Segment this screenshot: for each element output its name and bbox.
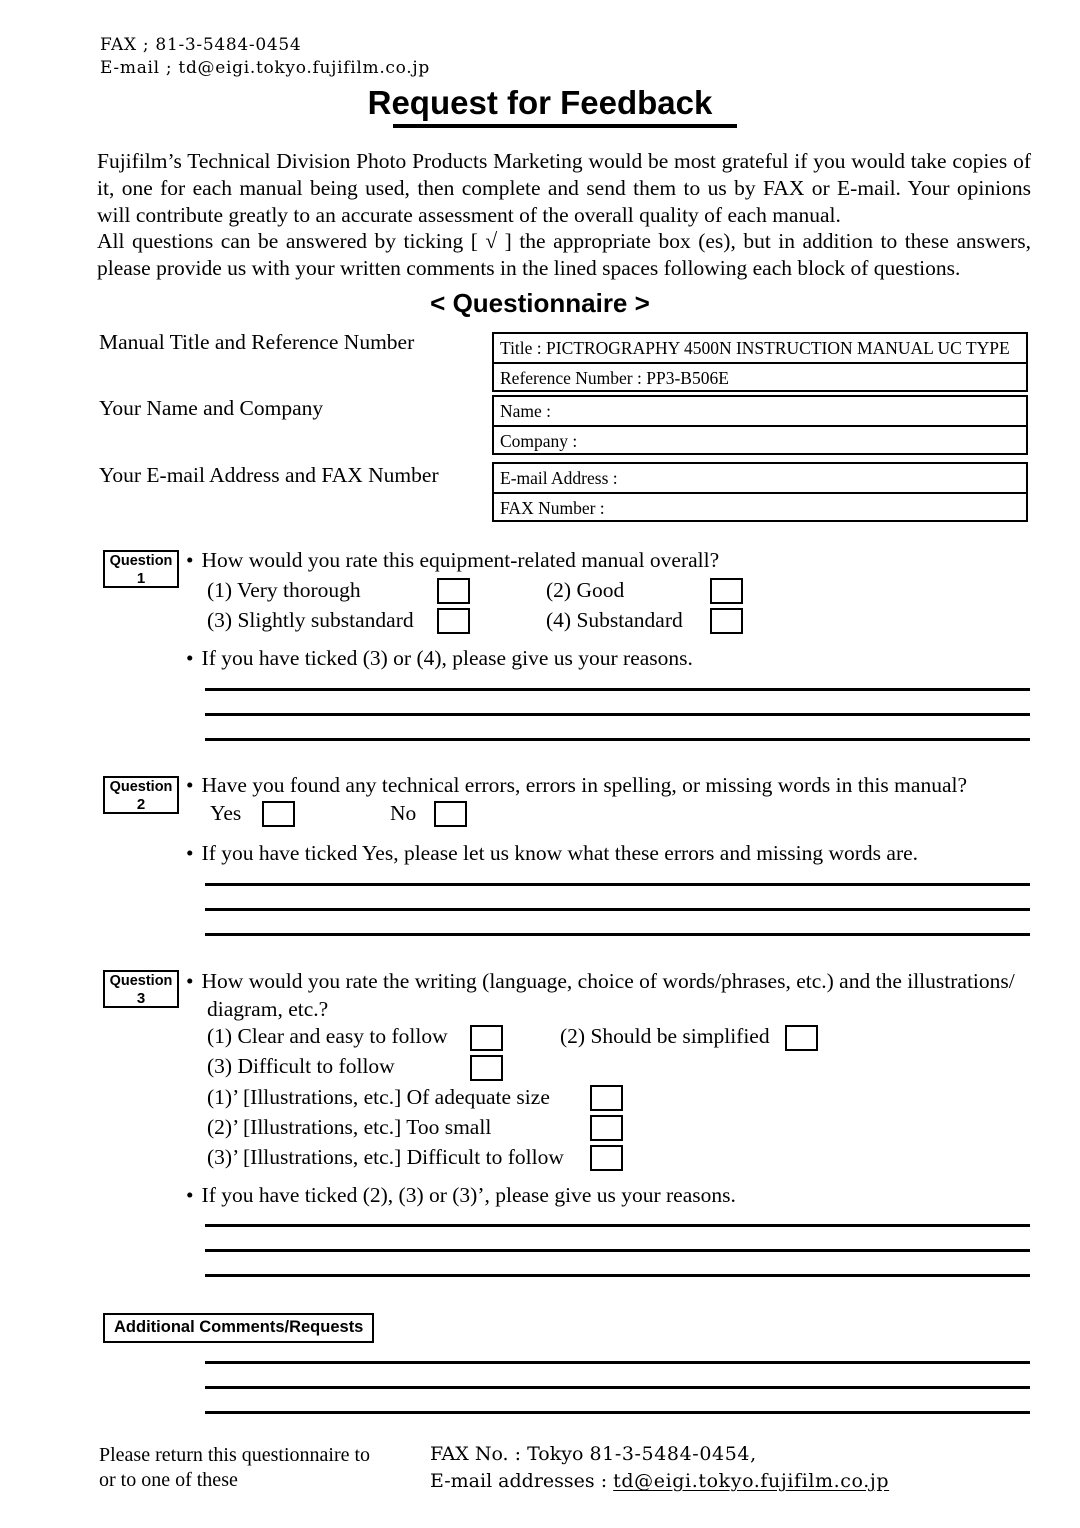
question-1-number: 1 (136, 570, 146, 587)
question-2-followup: • If you have ticked Yes, please let us k… (186, 840, 918, 867)
question-1-option-3-label: (3) Slightly substandard (207, 608, 414, 632)
question-1-followup: • If you have ticked (3) or (4), please g… (186, 645, 693, 672)
field-fax-number[interactable]: FAX Number : (494, 492, 1026, 520)
question-3-option-2prime-label: (2)’ [Illustrations, etc.] Too small (207, 1115, 492, 1139)
footer-fax-row: FAX No. : Tokyo 81-3-5484-0454, (430, 1441, 889, 1468)
manual-info-table: Title : PICTROGRAPHY 4500N INSTRUCTION M… (492, 332, 1028, 392)
question-3-option-1prime-checkbox[interactable] (590, 1085, 623, 1111)
footer-return-line-1: Please return this questionnaire to (99, 1444, 371, 1466)
question-3-option-3prime-label: (3)’ [Illustrations, etc.] Difficult to … (207, 1145, 564, 1169)
question-2-followup-text: If you have ticked Yes, please let us kn… (201, 841, 919, 865)
question-3-option-3-label: (3) Difficult to follow (207, 1054, 395, 1078)
question-2-label-box: Question 2 (103, 776, 179, 814)
question-3-answer-line-3[interactable] (205, 1274, 1030, 1277)
footer-fax-number: 81-3-5484-0454, (589, 1443, 757, 1465)
header-contact-block: FAX ; 81-3-5484-0454 E-mail ; td@eigi.to… (100, 34, 430, 80)
question-3-followup: • If you have ticked (2), (3) or (3)’, pl… (186, 1182, 736, 1209)
field-email-address[interactable]: E-mail Address : (494, 464, 1026, 492)
question-1-tag: Question (109, 553, 173, 569)
footer-return-line-2: or to one of these (99, 1469, 238, 1491)
question-3-answer-line-1[interactable] (205, 1224, 1030, 1227)
question-1-option-2-checkbox[interactable] (710, 578, 743, 604)
question-1-followup-text: If you have ticked (3) or (4), please gi… (201, 646, 693, 670)
question-3-followup-text: If you have ticked (2), (3) or (3)’, ple… (201, 1183, 736, 1207)
info-label-email-fax: Your E-mail Address and FAX Number (99, 463, 439, 487)
question-2-option-yes-label: Yes (210, 801, 242, 825)
question-3-option-2-checkbox[interactable] (785, 1025, 818, 1051)
bullet-icon: • (186, 773, 194, 797)
additional-comments-line-3[interactable] (205, 1411, 1030, 1414)
question-2-option-no-label: No (390, 801, 417, 825)
footer-email-label: E-mail addresses : (430, 1470, 608, 1492)
intro-paragraph-1: Fujifilm’s Technical Division Photo Prod… (97, 149, 1031, 227)
question-3-prompt-line-2: diagram, etc.? (207, 997, 329, 1021)
question-3-answer-line-2[interactable] (205, 1249, 1030, 1252)
question-1-answer-line-3[interactable] (205, 738, 1030, 741)
question-3-option-3prime-checkbox[interactable] (590, 1145, 623, 1171)
question-2-tag: Question (109, 779, 173, 795)
header-fax-line: FAX ; 81-3-5484-0454 (100, 35, 302, 55)
field-manual-title[interactable]: Title : PICTROGRAPHY 4500N INSTRUCTION M… (494, 334, 1026, 362)
question-1-option-1-label: (1) Very thorough (207, 578, 361, 602)
footer-email-address[interactable]: td@eigi.tokyo.fujifilm.co.jp (613, 1470, 889, 1492)
question-3-label-box: Question 3 (103, 970, 179, 1008)
footer-fax-label: FAX No. : Tokyo (430, 1443, 584, 1465)
question-3-option-2prime-checkbox[interactable] (590, 1115, 623, 1141)
bullet-icon: • (186, 548, 194, 572)
question-3-number: 3 (136, 990, 146, 1007)
question-1-prompt: • How would you rate this equipment-relat… (186, 547, 719, 574)
question-3-option-1prime-label: (1)’ [Illustrations, etc.] Of adequate s… (207, 1085, 550, 1109)
question-3-option-1-label: (1) Clear and easy to follow (207, 1024, 448, 1048)
question-2-answer-line-1[interactable] (205, 883, 1030, 886)
bullet-icon: • (186, 646, 194, 670)
info-label-name-company: Your Name and Company (99, 396, 324, 420)
field-company[interactable]: Company : (494, 425, 1026, 453)
question-2-answer-line-3[interactable] (205, 933, 1030, 936)
question-2-number: 2 (136, 796, 146, 813)
question-1-option-2-label: (2) Good (546, 578, 625, 602)
additional-comments-label-box: Additional Comments/Requests (103, 1313, 375, 1343)
footer-contact-details: FAX No. : Tokyo 81-3-5484-0454, E-mail a… (430, 1441, 889, 1495)
bullet-icon: • (186, 969, 194, 993)
question-1-option-4-label: (4) Substandard (546, 608, 683, 632)
question-3-option-3-checkbox[interactable] (470, 1055, 503, 1081)
question-1-prompt-text: How would you rate this equipment-relate… (201, 548, 720, 572)
footer-return-instructions: Please return this questionnaire to or t… (99, 1443, 370, 1493)
bullet-icon: • (186, 841, 194, 865)
question-3-option-1-checkbox[interactable] (470, 1025, 503, 1051)
question-1-option-1-checkbox[interactable] (437, 578, 470, 604)
additional-comments-line-1[interactable] (205, 1361, 1030, 1364)
info-label-manual-title: Manual Title and Reference Number (99, 330, 415, 354)
question-3-prompt-line-1: How would you rate the writing (language… (201, 969, 1015, 993)
intro-paragraphs: Fujifilm’s Technical Division Photo Prod… (97, 148, 1031, 282)
question-1-option-4-checkbox[interactable] (710, 608, 743, 634)
question-2-option-yes-checkbox[interactable] (262, 801, 295, 827)
field-name[interactable]: Name : (494, 397, 1026, 425)
intro-paragraph-2: All questions can be answered by ticking… (97, 229, 1031, 281)
question-1-answer-line-1[interactable] (205, 688, 1030, 691)
header-email-line: E-mail ; td@eigi.tokyo.fujifilm.co.jp (100, 58, 430, 78)
email-fax-table: E-mail Address : FAX Number : (492, 462, 1028, 522)
footer-email-row: E-mail addresses : td@eigi.tokyo.fujifil… (430, 1468, 889, 1495)
name-company-table: Name : Company : (492, 395, 1028, 455)
question-1-answer-line-2[interactable] (205, 713, 1030, 716)
question-3-prompt: • How would you rate the writing (languag… (186, 967, 1036, 995)
questionnaire-heading: < Questionnaire > (430, 288, 650, 318)
title-underline (393, 124, 737, 128)
question-3-option-2-label: (2) Should be simplified (560, 1024, 770, 1048)
question-1-label-box: Question 1 (103, 550, 179, 588)
question-2-option-no-checkbox[interactable] (434, 801, 467, 827)
bullet-icon: • (186, 1183, 194, 1207)
page-title: Request for Feedback (367, 84, 713, 121)
question-1-option-3-checkbox[interactable] (437, 608, 470, 634)
field-reference-number[interactable]: Reference Number : PP3-B506E (494, 362, 1026, 390)
question-2-prompt-text: Have you found any technical errors, err… (201, 773, 967, 797)
question-3-tag: Question (109, 973, 173, 989)
question-2-prompt: • Have you found any technical errors, er… (186, 772, 967, 799)
question-2-answer-line-2[interactable] (205, 908, 1030, 911)
additional-comments-line-2[interactable] (205, 1386, 1030, 1389)
